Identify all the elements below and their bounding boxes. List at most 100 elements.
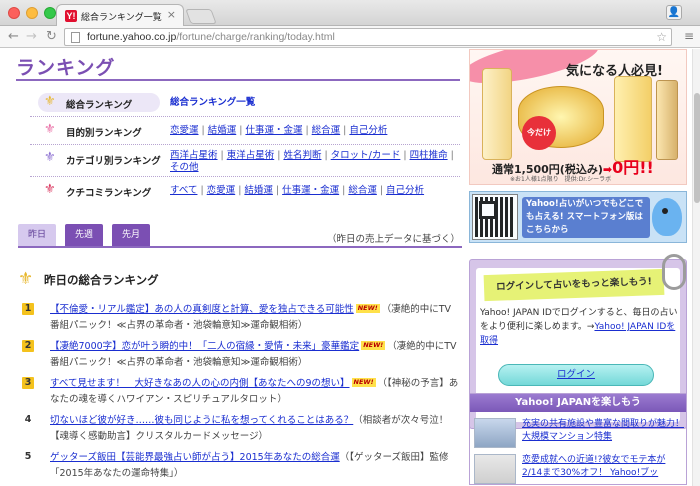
fleur-icon: ⚜ bbox=[44, 150, 56, 165]
new-badge: NEW! bbox=[351, 378, 376, 387]
browser-menu-icon[interactable]: ≡ bbox=[684, 29, 694, 43]
ranking-menu: ⚜ 総合ランキング 総合ランキング一覧 ⚜ 目的別ランキング 恋愛運 | 結婚運 | 仕… bbox=[30, 89, 460, 205]
scrollbar-thumb[interactable] bbox=[694, 93, 700, 203]
item-link[interactable]: 恋愛成就への近道!?彼女でモテ本が2/14まで30%オフ！ Yahoo!ブッ bbox=[522, 455, 665, 478]
profile-icon[interactable]: 👤 bbox=[666, 5, 682, 20]
link-general[interactable]: 総合運 bbox=[348, 185, 377, 196]
yahoo-japan-panel: Yahoo! JAPANを楽しもう 充実の共有施設や豊富な間取りが魅力！大規模マ… bbox=[469, 393, 687, 485]
tab-last-month[interactable]: 先月 bbox=[112, 224, 150, 246]
ranking-title-link[interactable]: 切ないほど彼が好き……彼も同じように私を想ってくれることはある？ bbox=[50, 415, 353, 426]
period-tabs: 昨日 先週 先月 （昨日の売上データに基づく） bbox=[18, 222, 462, 248]
new-tab-button[interactable] bbox=[185, 9, 217, 24]
tab-yesterday[interactable]: 昨日 bbox=[18, 224, 56, 246]
ad-note: ※お1人様1点限り 提供:Dr.シーラボ bbox=[510, 176, 612, 183]
book-thumbnail-icon bbox=[474, 454, 516, 484]
rank-number: 5 bbox=[24, 451, 32, 462]
page-scrollbar[interactable] bbox=[692, 49, 700, 486]
item-link[interactable]: 充実の共有施設や豊富な間取りが魅力！大規模マンション特集 bbox=[522, 419, 684, 442]
page-title: ランキング bbox=[16, 57, 116, 79]
menu-links: すべて | 恋愛運 | 結婚運 | 仕事運・金運 | 総合運 | 自己分析 bbox=[170, 185, 425, 196]
smartphone-text: Yahoo!占いがいつでもどこでも占える! スマートフォン版はこちらから bbox=[522, 197, 650, 238]
title-underline bbox=[16, 79, 460, 81]
list-item[interactable]: 充実の共有施設や豊富な間取りが魅力！大規模マンション特集 bbox=[470, 414, 686, 450]
ranking-title-link[interactable]: 【不倫愛・リアル鑑定】あの人の真剣度と計算、愛を独占できる可能性 bbox=[50, 304, 354, 315]
building-thumbnail-icon bbox=[474, 418, 516, 448]
link-work-money[interactable]: 仕事運・金運 bbox=[245, 125, 302, 136]
list-item[interactable]: 恋愛成就への近道!?彼女でモテ本が2/14まで30%オフ！ Yahoo!ブッ bbox=[470, 450, 686, 486]
menu-links: 恋愛運 | 結婚運 | 仕事運・金運 | 総合運 | 自己分析 bbox=[170, 125, 388, 136]
fleur-icon: ⚜ bbox=[18, 269, 34, 289]
ranking-text: 切ないほど彼が好き……彼も同じように私を想ってくれることはある？（相談者が次々号… bbox=[50, 413, 460, 445]
link-love[interactable]: 恋愛運 bbox=[170, 125, 199, 136]
smartphone-banner[interactable]: Yahoo!占いがいつでもどこでも占える! スマートフォン版はこちらから bbox=[469, 191, 687, 243]
link-other[interactable]: その他 bbox=[170, 162, 199, 173]
login-body: Yahoo! JAPAN IDでログインすると、毎日の占いをより便利に楽しめます… bbox=[480, 308, 678, 346]
link-love[interactable]: 恋愛運 bbox=[207, 185, 236, 196]
link-work-money[interactable]: 仕事運・金運 bbox=[282, 185, 339, 196]
link-marriage[interactable]: 結婚運 bbox=[244, 185, 273, 196]
ranking-text: ゲッターズ飯田【芸能界最強占い師が占う】2015年あなたの総合運（【ゲッターズ飯… bbox=[50, 450, 460, 482]
ranking-item: 4 切ないほど彼が好き……彼も同じように私を想ってくれることはある？（相談者が次… bbox=[16, 412, 462, 449]
ranking-item: 2 【凄絶7000字】恋が叶う瞬的中！「二人の宿縁・愛情・未来」豪華鑑定 NEW!… bbox=[16, 338, 462, 375]
link-name-reading[interactable]: 姓名判断 bbox=[283, 150, 321, 161]
forward-arrow-icon[interactable]: → bbox=[26, 29, 37, 45]
tab-title: 総合ランキング一覧 bbox=[81, 13, 162, 23]
ranking-title-link[interactable]: ゲッターズ飯田【芸能界最強占い師が占う】2015年あなたの総合運 bbox=[50, 452, 340, 463]
reload-icon[interactable]: ↻ bbox=[46, 29, 57, 45]
close-window-button[interactable] bbox=[8, 7, 20, 19]
maximize-window-button[interactable] bbox=[44, 7, 56, 19]
product-tube-image bbox=[656, 80, 678, 160]
paperclip-icon bbox=[662, 254, 686, 290]
menu-label: カテゴリ別ランキング bbox=[66, 156, 161, 167]
ranking-item: 1 【不倫愛・リアル鑑定】あの人の真剣度と計算、愛を独占できる可能性 NEW! （凄… bbox=[16, 301, 462, 338]
tab-close-icon[interactable]: × bbox=[167, 9, 176, 21]
back-arrow-icon[interactable]: ← bbox=[8, 29, 19, 45]
login-button[interactable]: ログイン bbox=[498, 364, 654, 386]
address-bar[interactable]: fortune.yahoo.co.jp/fortune/charge/ranki… bbox=[64, 28, 672, 46]
ranking-title-link[interactable]: すべて見せます！ 大好きなあの人の心の内側【あなたへの9の想い】 bbox=[50, 378, 350, 389]
ad-badge: 今だけ bbox=[522, 116, 556, 150]
menu-row-category: ⚜ カテゴリ別ランキング 西洋占星術 | 東洋占星術 | 姓名判断 | タロット/カード | 四… bbox=[30, 145, 460, 177]
browser-tab[interactable]: Y! 総合ランキング一覧 × bbox=[56, 4, 184, 26]
bird-mascot-icon bbox=[652, 198, 682, 236]
fleur-icon: ⚜ bbox=[44, 182, 56, 197]
link-all[interactable]: すべて bbox=[170, 185, 197, 196]
web-page: ランキング ⚜ 総合ランキング 総合ランキング一覧 ⚜ 目的別ランキング 恋愛運… bbox=[0, 49, 692, 486]
rank-number: 1 bbox=[22, 303, 34, 315]
tab-last-week[interactable]: 先週 bbox=[65, 224, 103, 246]
link-western-astrology[interactable]: 西洋占星術 bbox=[170, 150, 218, 161]
minimize-window-button[interactable] bbox=[26, 7, 38, 19]
ranking-text: 【不倫愛・リアル鑑定】あの人の真剣度と計算、愛を独占できる可能性 NEW! （凄絶的… bbox=[50, 302, 460, 334]
menu-row-purpose: ⚜ 目的別ランキング 恋愛運 | 結婚運 | 仕事運・金運 | 総合運 | 自己分析 bbox=[30, 117, 460, 145]
ranking-text: すべて見せます！ 大好きなあの人の心の内側【あなたへの9の想い】 NEW! （【神秘… bbox=[50, 376, 460, 408]
new-badge: NEW! bbox=[355, 304, 380, 313]
link-eastern-astrology[interactable]: 東洋占星術 bbox=[227, 150, 275, 161]
bookmark-star-icon[interactable]: ☆ bbox=[656, 30, 667, 44]
ranking-item: 5 ゲッターズ飯田【芸能界最強占い師が占う】2015年あなたの総合運（【ゲッター… bbox=[16, 449, 462, 486]
panel-heading: Yahoo! JAPANを楽しもう bbox=[470, 394, 686, 412]
window-titlebar: Y! 総合ランキング一覧 × 👤 bbox=[0, 0, 700, 26]
link-self[interactable]: 自己分析 bbox=[349, 125, 387, 136]
link-overall-list[interactable]: 総合ランキング一覧 bbox=[170, 97, 255, 108]
link-general[interactable]: 総合運 bbox=[312, 125, 341, 136]
menu-label: 目的別ランキング bbox=[66, 128, 142, 139]
rank-number: 3 bbox=[22, 377, 34, 389]
menu-label: 総合ランキング bbox=[66, 100, 133, 111]
cosmetics-ad-banner[interactable]: 気になる人必見! 今だけ 通常1,500円(税込み)➡0円!! ※お1人様1点限… bbox=[469, 49, 687, 185]
rank-number: 4 bbox=[24, 414, 32, 425]
link-marriage[interactable]: 結婚運 bbox=[208, 125, 237, 136]
menu-row-overall: ⚜ 総合ランキング 総合ランキング一覧 bbox=[30, 89, 460, 117]
browser-toolbar: ← → ↻ fortune.yahoo.co.jp/fortune/charge… bbox=[0, 26, 700, 48]
menu-links: 西洋占星術 | 東洋占星術 | 姓名判断 | タロット/カード | 四柱推命 |その他 bbox=[170, 150, 454, 173]
link-self[interactable]: 自己分析 bbox=[386, 185, 424, 196]
page-icon bbox=[71, 32, 80, 43]
qr-code-icon bbox=[472, 194, 518, 240]
link-four-pillars[interactable]: 四柱推命 bbox=[410, 150, 448, 161]
product-tube-image bbox=[614, 76, 652, 162]
ranking-title-link[interactable]: 【凄絶7000字】恋が叶う瞬的中！「二人の宿縁・愛情・未来」豪華鑑定 bbox=[50, 341, 359, 352]
ranking-list: 1 【不倫愛・リアル鑑定】あの人の真剣度と計算、愛を独占できる可能性 NEW! （凄… bbox=[16, 301, 462, 486]
menu-links: 総合ランキング一覧 bbox=[170, 97, 460, 109]
list-item-text: 充実の共有施設や豊富な間取りが魅力！大規模マンション特集 bbox=[522, 418, 684, 444]
link-tarot[interactable]: タロット/カード bbox=[331, 150, 401, 161]
product-tube-image bbox=[482, 68, 512, 160]
